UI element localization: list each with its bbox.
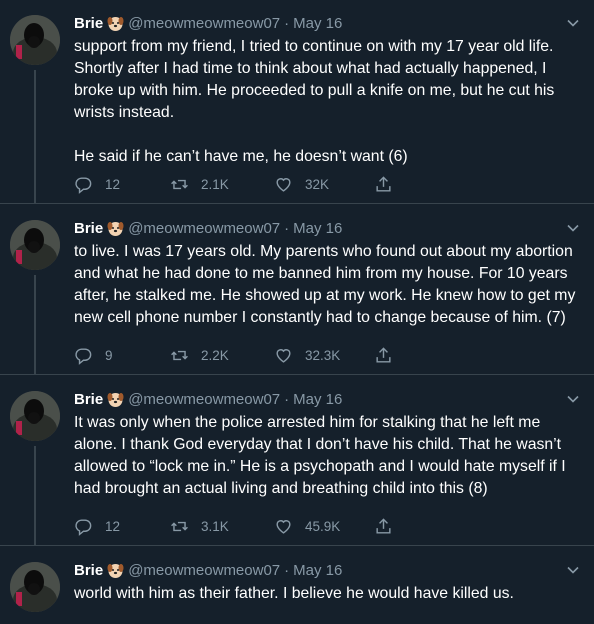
thread-line — [34, 70, 36, 204]
reply-icon — [75, 177, 92, 194]
avatar[interactable] — [10, 15, 60, 65]
timestamp[interactable]: May 16 — [293, 562, 342, 579]
timestamp[interactable]: May 16 — [293, 391, 342, 408]
handle[interactable]: @meowmeowmeow07 — [128, 220, 280, 237]
tweet-text: It was only when the police arrested him… — [74, 414, 566, 497]
separator-dot: · — [284, 390, 290, 408]
dog-emoji-icon — [107, 220, 124, 237]
avatar[interactable] — [10, 220, 60, 270]
display-name[interactable]: Brie — [74, 562, 103, 579]
avatar[interactable] — [10, 391, 60, 441]
like-icon — [276, 178, 291, 192]
retweet-icon — [171, 521, 188, 532]
avatar[interactable] — [10, 562, 60, 612]
dog-emoji-icon — [107, 15, 124, 32]
reply-count: 12 — [105, 177, 121, 192]
timestamp[interactable]: May 16 — [293, 220, 342, 237]
display-name[interactable]: Brie — [74, 220, 103, 237]
retweet-icon — [171, 350, 188, 361]
timestamp[interactable]: May 16 — [293, 15, 342, 32]
like-button[interactable]: 32.3K — [274, 346, 374, 365]
share-button[interactable] — [374, 517, 470, 536]
like-count: 32K — [305, 177, 330, 192]
share-icon — [376, 176, 391, 192]
display-name[interactable]: Brie — [74, 15, 103, 32]
share-button[interactable] — [374, 175, 470, 194]
reply-button[interactable]: 12 — [74, 175, 170, 194]
share-icon — [376, 518, 391, 534]
retweet-count: 2.1K — [201, 177, 229, 192]
retweet-button[interactable]: 3.1K — [170, 517, 274, 536]
like-count: 32.3K — [305, 348, 341, 363]
retweet-icon — [171, 179, 188, 190]
like-icon — [276, 520, 291, 534]
chevron-down-icon[interactable] — [566, 221, 580, 235]
retweet-button[interactable]: 2.2K — [170, 346, 274, 365]
reply-icon — [75, 519, 92, 536]
tweet[interactable]: Brie @meowmeowmeow07 · May 16 world with… — [0, 547, 594, 624]
share-button[interactable] — [374, 346, 470, 365]
reply-button[interactable]: 9 — [74, 346, 170, 365]
reply-button[interactable]: 12 — [74, 517, 170, 536]
chevron-down-icon[interactable] — [566, 563, 580, 577]
dog-emoji-icon — [107, 562, 124, 579]
chevron-down-icon[interactable] — [566, 16, 580, 30]
chevron-down-icon[interactable] — [566, 392, 580, 406]
retweet-button[interactable]: 2.1K — [170, 175, 274, 194]
like-button[interactable]: 32K — [274, 175, 374, 194]
reply-count: 12 — [105, 519, 121, 534]
separator-dot: · — [284, 561, 290, 579]
tweet-text: world with him as their father. I believ… — [74, 585, 514, 602]
tweet-text: support from my friend, I tried to conti… — [74, 38, 555, 165]
tweet[interactable]: Brie @meowmeowmeow07 · May 16 support fr… — [0, 0, 594, 204]
handle[interactable]: @meowmeowmeow07 — [128, 391, 280, 408]
display-name[interactable]: Brie — [74, 391, 103, 408]
reply-icon — [75, 348, 92, 365]
tweet-text: to live. I was 17 years old. My parents … — [74, 243, 576, 326]
handle[interactable]: @meowmeowmeow07 — [128, 562, 280, 579]
retweet-count: 2.2K — [201, 348, 229, 363]
dog-emoji-icon — [107, 391, 124, 408]
thread-line — [34, 446, 36, 546]
like-icon — [276, 349, 291, 363]
share-icon — [376, 347, 391, 363]
tweet-thread: Brie @meowmeowmeow07 · May 16 support fr… — [0, 0, 594, 624]
retweet-count: 3.1K — [201, 519, 229, 534]
reply-count: 9 — [105, 348, 113, 363]
thread-line — [34, 275, 36, 375]
separator-dot: · — [284, 14, 290, 32]
like-button[interactable]: 45.9K — [274, 517, 374, 536]
tweet[interactable]: Brie @meowmeowmeow07 · May 16 It was onl… — [0, 376, 594, 546]
tweet[interactable]: Brie @meowmeowmeow07 · May 16 to live. I… — [0, 205, 594, 375]
separator-dot: · — [284, 219, 290, 237]
like-count: 45.9K — [305, 519, 341, 534]
handle[interactable]: @meowmeowmeow07 — [128, 15, 280, 32]
